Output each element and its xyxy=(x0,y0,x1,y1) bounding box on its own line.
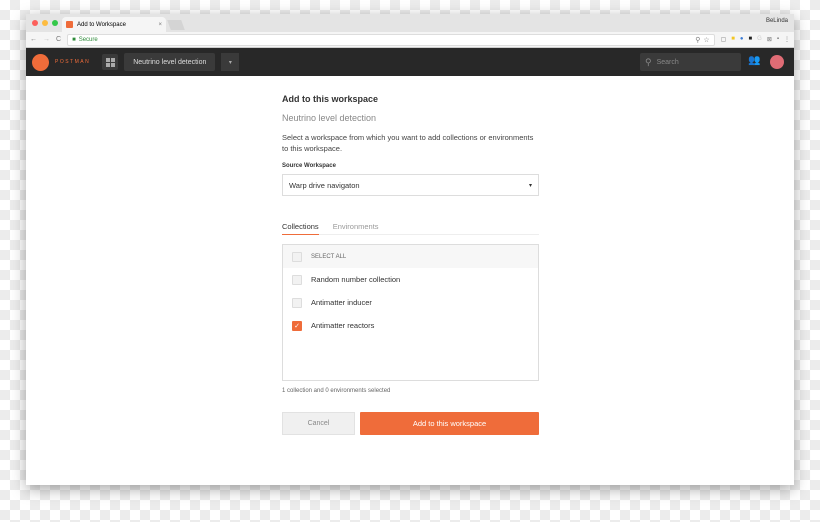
selected-value: Warp drive navigaton xyxy=(289,180,360,190)
forward-icon[interactable]: → xyxy=(43,36,50,43)
cancel-button[interactable]: Cancel xyxy=(282,412,355,435)
extension-icon[interactable]: ■ xyxy=(749,36,753,43)
grid-icon[interactable] xyxy=(102,54,119,70)
chevron-down-icon: ▾ xyxy=(528,182,532,189)
workspace-switcher[interactable]: Neutrino level detection xyxy=(124,53,216,71)
select-all-checkbox[interactable] xyxy=(292,251,302,262)
item-label: Random number collection xyxy=(311,275,401,284)
selection-count: 1 collection and 0 environments selected xyxy=(282,388,391,394)
list-item[interactable]: ✓ Antimatter reactors xyxy=(283,314,538,337)
extension-icon[interactable]: ▢ xyxy=(721,36,727,43)
bookmark-star-icon[interactable]: ☆ xyxy=(703,36,709,44)
page-title: Add to this workspace xyxy=(282,94,379,104)
menu-icon[interactable]: ⋮ xyxy=(784,36,790,43)
list-item[interactable]: Random number collection xyxy=(283,268,538,291)
zoom-icon[interactable]: ⚲ xyxy=(695,36,700,44)
search-placeholder: Search xyxy=(656,58,679,66)
search-input[interactable]: ⚲ Search xyxy=(640,53,741,71)
extension-icon[interactable]: ⊠ xyxy=(767,36,772,43)
item-label: Antimatter inducer xyxy=(311,298,372,307)
reload-icon[interactable]: C xyxy=(56,36,61,43)
extension-icon[interactable]: G xyxy=(757,36,762,43)
close-window-button[interactable] xyxy=(32,20,38,26)
new-tab-button[interactable] xyxy=(167,20,185,30)
back-icon[interactable]: ← xyxy=(30,36,37,43)
item-label: Antimatter reactors xyxy=(311,321,375,330)
address-bar-row: ← → C ■ Secure ⚲ ☆ ▢ ■ ● ■ G ⊠ ▪ ⋮ xyxy=(26,32,794,48)
brand: POSTMAN xyxy=(55,59,91,65)
tabs: Collections Environments xyxy=(282,222,539,235)
close-tab-icon[interactable]: × xyxy=(158,22,162,28)
postman-logo-icon xyxy=(32,53,49,71)
lock-icon: ■ xyxy=(72,36,76,43)
chevron-down-icon[interactable]: ▾ xyxy=(221,53,240,71)
profile-name[interactable]: BeLinda xyxy=(766,18,788,24)
checkbox-checked[interactable]: ✓ xyxy=(292,320,302,331)
description: Select a workspace from which you want t… xyxy=(282,133,534,153)
extension-icon[interactable]: ● xyxy=(740,36,744,43)
tab-bar: Add to Workspace × BeLinda xyxy=(26,14,794,32)
checkbox[interactable] xyxy=(292,274,302,285)
add-to-workspace-form: Add to this workspace Neutrino level det… xyxy=(282,94,539,435)
tab-collections[interactable]: Collections xyxy=(282,222,319,235)
search-icon: ⚲ xyxy=(645,56,652,67)
maximize-window-button[interactable] xyxy=(52,20,58,26)
extension-icon[interactable]: ■ xyxy=(731,36,735,43)
avatar[interactable] xyxy=(770,55,784,69)
minimize-window-button[interactable] xyxy=(42,20,48,26)
source-workspace-select[interactable]: Warp drive navigaton ▾ xyxy=(282,174,539,196)
tab-title: Add to Workspace xyxy=(77,21,126,28)
app-header: POSTMAN Neutrino level detection ▾ ⚲ Sea… xyxy=(26,48,794,76)
list-item[interactable]: Antimatter inducer xyxy=(283,291,538,314)
extensions: ▢ ■ ● ■ G ⊠ ▪ ⋮ xyxy=(721,36,790,43)
url-input[interactable]: ■ Secure ⚲ ☆ xyxy=(67,33,715,46)
extension-icon[interactable]: ▪ xyxy=(777,36,779,43)
secure-label: Secure xyxy=(78,36,98,43)
add-to-workspace-button[interactable]: Add to this workspace xyxy=(360,412,539,435)
checkbox[interactable] xyxy=(292,297,302,308)
workspace-name: Neutrino level detection xyxy=(282,113,377,123)
people-icon[interactable]: 👥 xyxy=(748,55,760,66)
postman-favicon-icon xyxy=(66,21,73,28)
tab-environments[interactable]: Environments xyxy=(333,222,379,234)
select-all-row[interactable]: SELECT ALL xyxy=(283,245,538,268)
collection-list: SELECT ALL Random number collection Anti… xyxy=(282,244,539,381)
browser-tab[interactable]: Add to Workspace × xyxy=(62,17,166,32)
source-workspace-label: Source Workspace xyxy=(282,163,336,169)
browser-window: Add to Workspace × BeLinda ← → C ■ Secur… xyxy=(26,14,794,485)
select-all-label: SELECT ALL xyxy=(311,253,347,260)
form-actions: Cancel Add to this workspace xyxy=(282,412,539,435)
